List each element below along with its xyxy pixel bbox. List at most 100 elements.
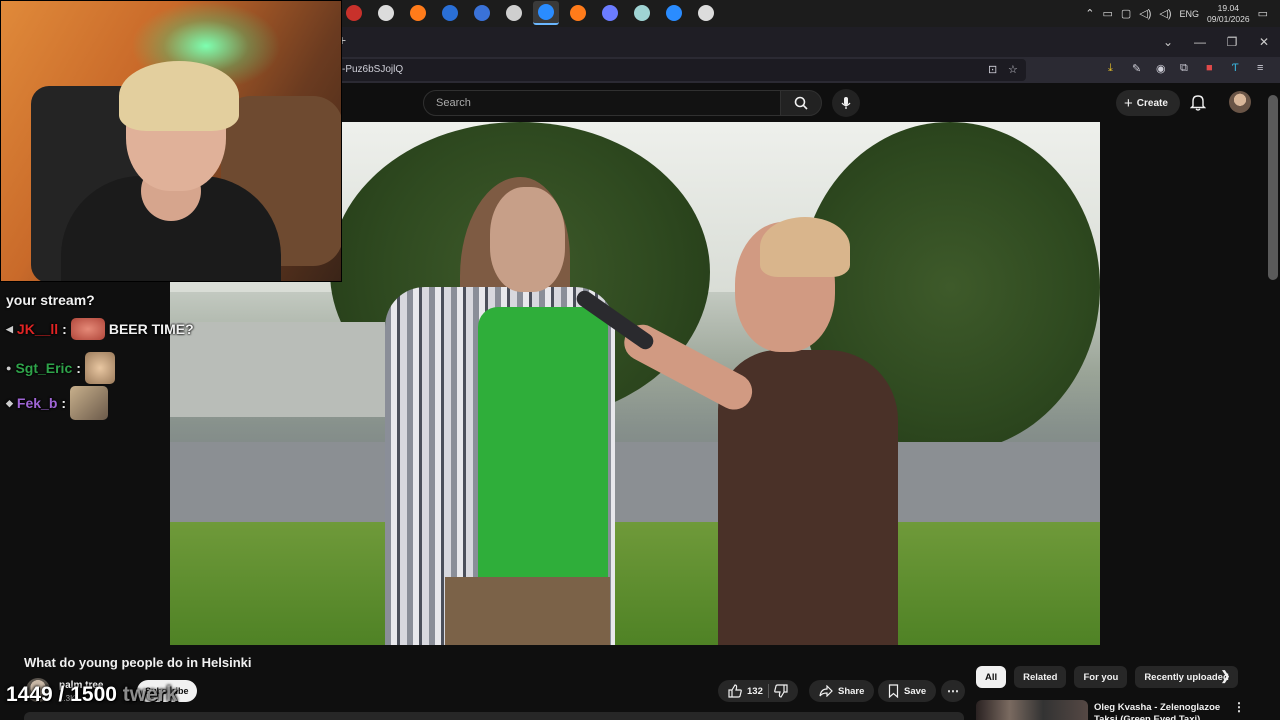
ccleaner-icon — [442, 5, 458, 21]
thumbs-up-icon[interactable] — [728, 684, 742, 698]
language-indicator[interactable]: ENG — [1180, 9, 1200, 19]
restore-icon[interactable]: ❐ — [1216, 27, 1248, 57]
download-icon[interactable]: ⤓ — [1108, 62, 1113, 75]
chat-colon: : — [62, 321, 67, 337]
minimize-icon[interactable]: — — [1184, 27, 1216, 57]
chat-message: ● Sgt_Eric: — [6, 352, 115, 384]
clock[interactable]: 19.04 09/01/2026 — [1207, 3, 1250, 25]
search-input[interactable]: Search — [423, 90, 781, 116]
chat-text: your stream? — [6, 292, 95, 308]
usb-icon[interactable]: ▭ — [1102, 7, 1112, 20]
firefox-dev-icon — [538, 4, 554, 20]
chat-emote — [70, 318, 105, 340]
video-frame-grass — [170, 522, 1100, 645]
stream-goal-overlay: 1449 / 1500 twerk — [6, 683, 178, 707]
webcam-hair — [119, 61, 239, 131]
files-app-icon — [634, 5, 650, 21]
recommendation-title[interactable]: Oleg Kvasha - Zelenoglazoe Taksi (Green … — [1094, 702, 1224, 720]
chip-for-you[interactable]: For you — [1074, 666, 1128, 688]
chat-text: BEER TIME? — [108, 321, 194, 337]
taskbar-app[interactable] — [405, 1, 431, 25]
description-box[interactable] — [24, 712, 964, 720]
volume-icon[interactable]: ◁) — [1139, 7, 1151, 20]
clock-date: 09/01/2026 — [1207, 13, 1250, 24]
like-count[interactable]: 132 — [747, 686, 763, 697]
create-button[interactable]: + Create — [1116, 90, 1180, 116]
chat-message: your stream? — [6, 292, 95, 308]
notification-icon[interactable]: ▭ — [1258, 7, 1268, 20]
share-label: Share — [838, 685, 865, 697]
obs-icon — [378, 5, 394, 21]
user-badge-icon: ● — [6, 363, 12, 373]
video-frame-person — [478, 307, 608, 592]
bookmark-icon — [888, 684, 899, 698]
voice-search-button[interactable] — [832, 89, 860, 117]
create-label: Create — [1136, 97, 1168, 109]
tab-list-chevron-icon[interactable]: ⌄ — [1152, 27, 1184, 57]
app-icon-red — [346, 5, 362, 21]
search-button[interactable] — [780, 90, 822, 116]
chat-username: JK__ll — [16, 321, 59, 337]
url-text: -Puz6bSJojlQ — [342, 64, 404, 75]
user-badge-icon: ◆ — [6, 397, 13, 408]
recommendation-thumbnail[interactable] — [976, 700, 1088, 720]
firefox-icon — [410, 5, 426, 21]
taskbar-app[interactable] — [341, 1, 367, 25]
plus-icon: + — [1124, 94, 1133, 112]
taskbar-app[interactable] — [565, 1, 591, 25]
reader-view-icon[interactable]: ⊡ — [988, 63, 997, 76]
taskbar-app[interactable] — [469, 1, 495, 25]
display-icon[interactable]: ▢ — [1121, 7, 1131, 20]
translate-ext-icon[interactable]: Ƭ — [1232, 62, 1239, 74]
chevron-up-icon[interactable]: ⌃ — [1085, 7, 1094, 20]
account-icon[interactable]: ◉ — [1156, 62, 1166, 75]
firefox-dev-icon — [666, 5, 682, 21]
save-button[interactable]: Save — [878, 680, 937, 702]
vpn-icon — [474, 5, 490, 21]
share-icon — [819, 685, 833, 697]
taskbar-app[interactable] — [661, 1, 687, 25]
bell-icon[interactable] — [1190, 93, 1206, 111]
taskbar-app[interactable] — [533, 1, 559, 25]
more-actions-icon[interactable]: ⋯ — [941, 680, 965, 702]
goal-value: 1449 / 1500 — [6, 683, 117, 706]
chat-username: Fek_b — [16, 395, 58, 411]
chat-emote — [70, 386, 109, 420]
video-frame-person — [490, 187, 565, 292]
discord-icon — [602, 5, 618, 21]
url-bar[interactable]: -Puz6bSJojlQ ⊡ ☆ — [336, 59, 1026, 81]
share-button[interactable]: Share — [809, 680, 875, 702]
close-window-icon[interactable]: ✕ — [1248, 27, 1280, 57]
screen: ⌃ ▭ ▢ ◁) ◁) ENG 19.04 09/01/2026 ▭ + ⌄ —… — [0, 0, 1280, 720]
stream-chat-overlay: your stream? ◀ JK__ll: BEER TIME? ● Sgt_… — [0, 282, 342, 422]
clock-time: 19.04 — [1217, 2, 1239, 13]
chip-all[interactable]: All — [976, 666, 1007, 688]
ublock-icon[interactable]: ■ — [1206, 62, 1213, 74]
chip-related[interactable]: Related — [1014, 666, 1067, 688]
chat-username: Sgt_Eric — [15, 360, 73, 376]
recommendation-menu-icon[interactable]: ⋮ — [1233, 700, 1245, 714]
taskbar-app[interactable] — [437, 1, 463, 25]
taskbar-app[interactable] — [597, 1, 623, 25]
menu-icon[interactable]: ≡ — [1257, 62, 1263, 74]
chevron-right-icon[interactable]: ❯ — [1220, 668, 1231, 684]
video-frame-interviewer — [760, 217, 850, 277]
like-separator — [767, 684, 769, 698]
goal-suffix: twerk — [116, 683, 178, 706]
bookmark-star-icon[interactable]: ☆ — [1008, 63, 1018, 76]
taskbar-app[interactable] — [501, 1, 527, 25]
video-title: What do young people do in Helsinki — [24, 655, 252, 670]
account-avatar[interactable] — [1229, 91, 1251, 113]
tools-icon[interactable]: ✎ — [1132, 62, 1141, 75]
page-scrollbar[interactable] — [1268, 95, 1278, 280]
speaker-icon[interactable]: ◁) — [1159, 7, 1171, 20]
taskbar-app[interactable] — [373, 1, 399, 25]
shield-app-icon — [506, 5, 522, 21]
taskbar-apps — [338, 1, 722, 25]
extensions-icon[interactable]: ⧉ — [1180, 62, 1188, 75]
chat-colon: : — [61, 395, 67, 411]
taskbar-app[interactable] — [629, 1, 655, 25]
taskbar-app[interactable] — [693, 1, 719, 25]
chat-colon: : — [76, 360, 81, 376]
thumbs-down-icon[interactable] — [773, 684, 788, 698]
